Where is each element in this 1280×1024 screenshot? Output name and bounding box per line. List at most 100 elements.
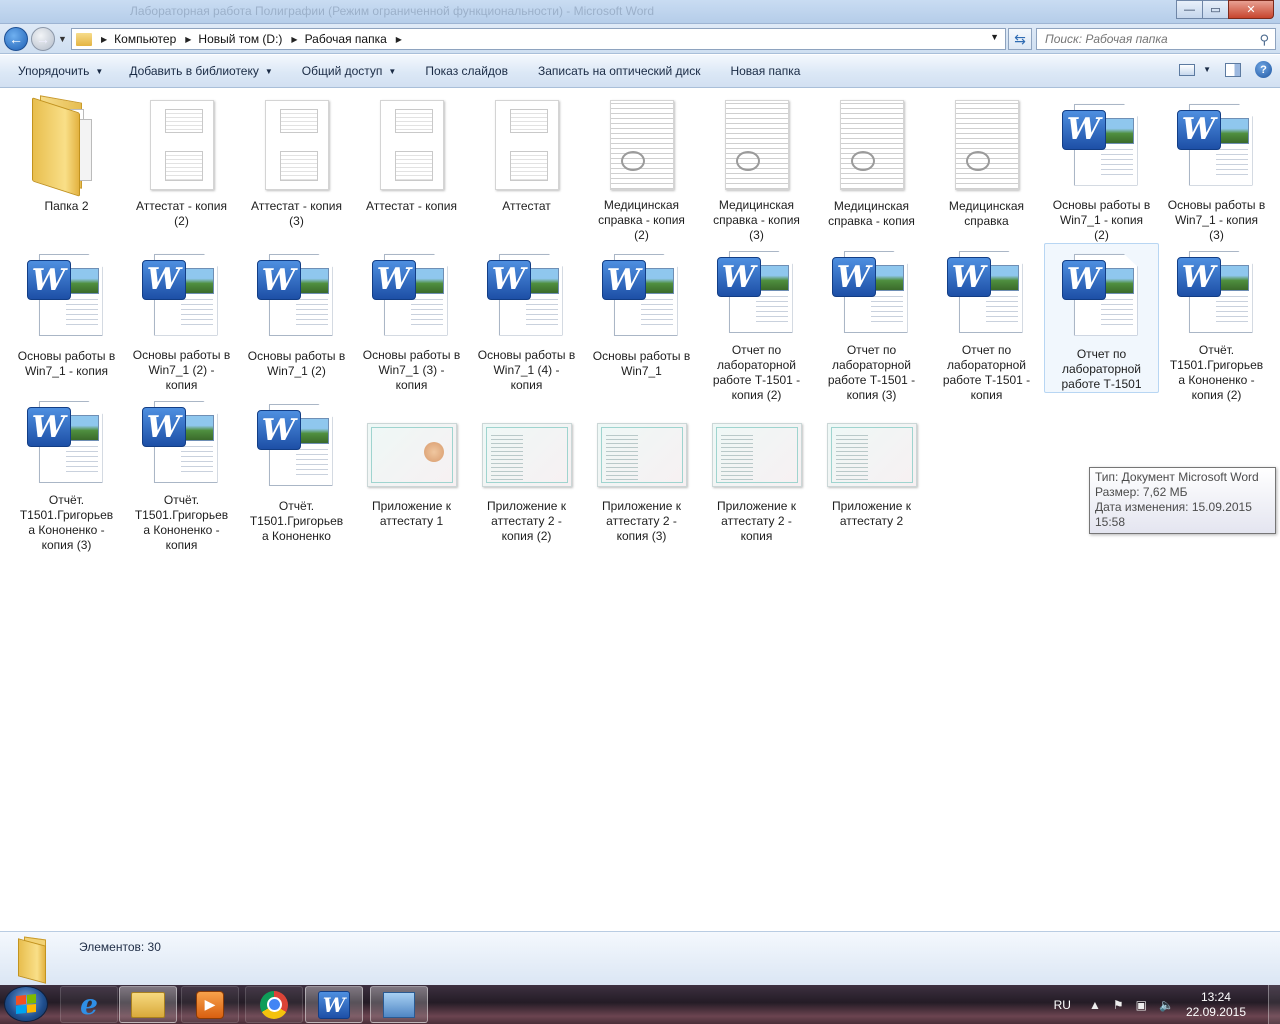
file-item[interactable]: Аттестат - копия (2) bbox=[124, 93, 239, 243]
breadcrumb-item-work-folder[interactable]: Рабочая папка bbox=[305, 32, 387, 46]
taskbar-explorer-button[interactable] bbox=[119, 986, 177, 1023]
media-player-icon: ▶ bbox=[196, 990, 224, 1019]
file-name: Приложение к аттестату 2 - копия (2) bbox=[487, 499, 566, 543]
file-item[interactable]: Папка 2 bbox=[9, 93, 124, 243]
file-item[interactable]: W Отчёт. Т1501.Григорьев а Кононенко - ко… bbox=[124, 393, 239, 553]
image-thumbnail-icon bbox=[249, 97, 345, 193]
system-tray: RU ▲ ⚑ ▣ 🔈 13:24 22.09.2015 bbox=[1054, 985, 1280, 1024]
file-item[interactable]: Медицинская справка bbox=[929, 93, 1044, 243]
file-item[interactable]: W Отчёт. Т1501.Григорьев а Кононенко - ко… bbox=[9, 393, 124, 553]
new-folder-button[interactable]: Новая папка bbox=[700, 64, 800, 78]
language-indicator[interactable]: RU bbox=[1054, 998, 1071, 1012]
file-name: Аттестат - копия bbox=[366, 199, 457, 213]
file-name: Аттестат - копия (3) bbox=[251, 199, 342, 228]
add-to-library-button[interactable]: Добавить в библиотеку ▼ bbox=[103, 64, 272, 78]
burn-disc-button[interactable]: Записать на оптический диск bbox=[508, 64, 701, 78]
file-name: Отчёт. Т1501.Григорьев а Кононенко - коп… bbox=[1169, 343, 1264, 402]
minimize-button[interactable]: — bbox=[1176, 0, 1203, 19]
breadcrumb-item-computer[interactable]: Компьютер bbox=[114, 32, 176, 46]
file-name: Медицинская справка - копия (2) bbox=[598, 198, 685, 242]
show-desktop-button[interactable] bbox=[1268, 985, 1280, 1024]
file-item[interactable]: W Отчёт. Т1501.Григорьев а Кононенко bbox=[239, 393, 354, 553]
start-button[interactable] bbox=[4, 986, 48, 1022]
clock[interactable]: 13:24 22.09.2015 bbox=[1186, 990, 1246, 1020]
tooltip-size: Размер: 7,62 МБ bbox=[1095, 485, 1188, 499]
word-document-icon: W bbox=[134, 247, 230, 342]
file-item[interactable]: Приложение к аттестату 1 bbox=[354, 393, 469, 553]
back-button[interactable]: ← bbox=[4, 27, 28, 51]
file-item[interactable]: W Основы работы в Win7_1 (3) - копия bbox=[354, 243, 469, 393]
slideshow-button[interactable]: Показ слайдов bbox=[396, 64, 508, 78]
recent-pages-dropdown-icon[interactable]: ▼ bbox=[58, 34, 67, 44]
file-item[interactable]: Медицинская справка - копия (2) bbox=[584, 93, 699, 243]
file-item[interactable]: Медицинская справка - копия (3) bbox=[699, 93, 814, 243]
show-hidden-icons-icon[interactable]: ▲ bbox=[1089, 998, 1101, 1012]
change-view-button[interactable]: ▼ bbox=[1179, 63, 1211, 76]
word-document-icon: W bbox=[1054, 248, 1150, 341]
image-thumbnail-icon bbox=[824, 97, 920, 193]
help-icon[interactable]: ? bbox=[1255, 61, 1272, 78]
file-item[interactable]: W Отчет по лабораторной работе Т-1501 - к… bbox=[699, 243, 814, 402]
close-button[interactable]: ✕ bbox=[1228, 0, 1274, 19]
address-bar[interactable]: ▶ Компьютер ▶ Новый том (D:) ▶ Рабочая п… bbox=[71, 28, 1006, 50]
share-button[interactable]: Общий доступ ▼ bbox=[273, 64, 397, 78]
image-thumbnail-icon bbox=[594, 97, 690, 192]
file-item[interactable]: W Основы работы в Win7_1 bbox=[584, 243, 699, 393]
file-item[interactable]: Приложение к аттестату 2 - копия bbox=[699, 393, 814, 553]
tooltip-type: Тип: Документ Microsoft Word bbox=[1095, 470, 1259, 484]
file-item[interactable]: Приложение к аттестату 2 bbox=[814, 393, 929, 553]
word-document-icon: W bbox=[1169, 247, 1265, 337]
file-item[interactable]: W Основы работы в Win7_1 (2) bbox=[239, 243, 354, 393]
file-item[interactable]: W Отчет по лабораторной работе Т-1501 - к… bbox=[814, 243, 929, 402]
file-item[interactable]: Медицинская справка - копия bbox=[814, 93, 929, 243]
forward-button[interactable]: → bbox=[31, 27, 55, 51]
taskbar-word-button[interactable]: W bbox=[305, 986, 363, 1023]
word-document-icon: W bbox=[1054, 97, 1150, 192]
file-item[interactable]: W Основы работы в Win7_1 (2) - копия bbox=[124, 243, 239, 393]
refresh-icon: ⇆ bbox=[1014, 30, 1026, 47]
file-item[interactable]: Приложение к аттестату 2 - копия (2) bbox=[469, 393, 584, 553]
preview-pane-icon[interactable] bbox=[1225, 62, 1241, 77]
taskbar-chrome-button[interactable] bbox=[245, 986, 303, 1023]
maximize-button[interactable]: ▭ bbox=[1202, 0, 1229, 19]
file-item[interactable]: W Основы работы в Win7_1 (4) - копия bbox=[469, 243, 584, 393]
search-icon[interactable]: ⚲ bbox=[1259, 32, 1269, 48]
file-name: Приложение к аттестату 2 bbox=[832, 499, 911, 528]
chevron-right-icon[interactable]: ▶ bbox=[291, 35, 297, 44]
chevron-right-icon[interactable]: ▶ bbox=[185, 35, 191, 44]
title-bar: Лабораторная работа Полиграфии (Режим ог… bbox=[0, 0, 1280, 24]
file-item[interactable]: Приложение к аттестату 2 - копия (3) bbox=[584, 393, 699, 553]
chevron-right-icon[interactable]: ▶ bbox=[396, 35, 402, 44]
window-controls: — ▭ ✕ bbox=[1176, 0, 1274, 19]
file-item[interactable]: Аттестат - копия bbox=[354, 93, 469, 243]
action-center-flag-icon[interactable]: ⚑ bbox=[1113, 998, 1124, 1012]
taskbar-remote-desktop-button[interactable] bbox=[370, 986, 428, 1023]
file-item[interactable]: W Отчёт. Т1501.Григорьев а Кононенко - ко… bbox=[1159, 243, 1274, 402]
file-item[interactable]: W Основы работы в Win7_1 - копия (2) bbox=[1044, 93, 1159, 243]
word-document-icon: W bbox=[19, 247, 115, 343]
arrow-left-icon: ← bbox=[9, 31, 23, 47]
file-item[interactable]: W Отчет по лабораторной работе Т-1501 - к… bbox=[929, 243, 1044, 402]
volume-icon[interactable]: 🔈 bbox=[1159, 998, 1174, 1012]
file-item[interactable]: W Основы работы в Win7_1 - копия bbox=[9, 243, 124, 393]
taskbar-ie-button[interactable]: e bbox=[60, 986, 118, 1023]
file-item[interactable]: W Основы работы в Win7_1 - копия (3) bbox=[1159, 93, 1274, 243]
breadcrumb-item-drive-d[interactable]: Новый том (D:) bbox=[198, 32, 282, 46]
network-icon[interactable]: ▣ bbox=[1136, 998, 1147, 1012]
file-name: Аттестат - копия (2) bbox=[136, 199, 227, 228]
refresh-button[interactable]: ⇆ bbox=[1008, 28, 1032, 50]
address-history-dropdown-icon[interactable]: ▼ bbox=[990, 32, 999, 42]
views-icon bbox=[1179, 63, 1196, 76]
search-input[interactable] bbox=[1045, 32, 1245, 46]
folder-icon bbox=[76, 32, 92, 46]
taskbar-media-player-button[interactable]: ▶ bbox=[181, 986, 239, 1023]
file-list: Папка 2 Аттестат - копия (2) Аттестат - ко… bbox=[0, 89, 1280, 931]
file-item[interactable]: Аттестат - копия (3) bbox=[239, 93, 354, 243]
image-thumbnail-icon bbox=[709, 397, 805, 493]
search-box[interactable]: ⚲ bbox=[1036, 28, 1276, 50]
file-item[interactable]: Аттестат bbox=[469, 93, 584, 243]
file-item[interactable]: W Отчет по лабораторной работе Т-1501 bbox=[1044, 243, 1159, 393]
organize-button[interactable]: Упорядочить ▼ bbox=[0, 64, 103, 78]
chevron-right-icon[interactable]: ▶ bbox=[101, 35, 107, 44]
file-name: Отчёт. Т1501.Григорьев а Кононенко - коп… bbox=[134, 493, 229, 552]
